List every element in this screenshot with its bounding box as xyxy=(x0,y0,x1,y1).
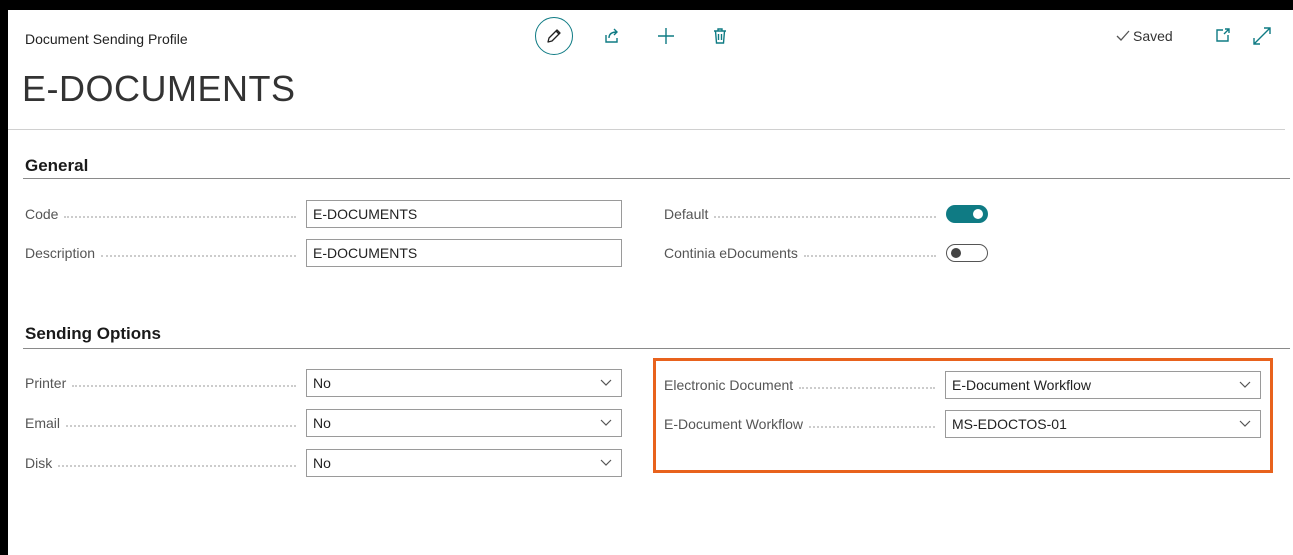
default-toggle[interactable] xyxy=(946,205,988,223)
new-button[interactable] xyxy=(651,21,681,51)
chevron-down-icon xyxy=(1239,381,1251,388)
disk-value: No xyxy=(313,455,331,471)
check-icon xyxy=(1116,30,1130,41)
email-select[interactable]: No xyxy=(306,409,622,437)
share-button[interactable] xyxy=(597,21,627,51)
leader-dots xyxy=(58,465,296,467)
share-icon xyxy=(605,28,618,43)
printer-select[interactable]: No xyxy=(306,369,622,397)
section-title-sending-options: Sending Options xyxy=(25,324,161,343)
chevron-down-icon xyxy=(600,379,612,386)
leader-dots xyxy=(72,385,296,387)
field-email: Email No xyxy=(25,408,622,438)
leader-dots xyxy=(101,255,296,257)
document-sending-profile-card: Document Sending Profile E-DOCUMENTS Sav… xyxy=(8,10,1293,555)
delete-button[interactable] xyxy=(705,21,735,51)
leader-dots xyxy=(803,255,936,257)
chevron-down-icon xyxy=(600,459,612,466)
chevron-down-icon xyxy=(1239,420,1251,427)
saved-label: Saved xyxy=(1133,28,1173,44)
default-label: Default xyxy=(664,206,709,222)
popout-icon xyxy=(1216,28,1230,42)
popout-button[interactable] xyxy=(1214,26,1232,44)
breadcrumb: Document Sending Profile xyxy=(25,31,188,47)
field-default: Default xyxy=(664,199,988,229)
leader-dots xyxy=(799,387,935,389)
printer-label: Printer xyxy=(25,375,67,391)
code-label: Code xyxy=(25,206,59,222)
field-description: Description E-DOCUMENTS xyxy=(25,238,622,268)
leader-dots xyxy=(64,216,296,218)
leader-dots xyxy=(66,425,296,427)
disk-label: Disk xyxy=(25,455,53,471)
description-input[interactable]: E-DOCUMENTS xyxy=(306,239,622,267)
disk-select[interactable]: No xyxy=(306,449,622,477)
continia-label: Continia eDocuments xyxy=(664,245,798,261)
expand-button[interactable] xyxy=(1252,26,1272,46)
section-title-general: General xyxy=(25,156,89,175)
field-edocument-workflow: E-Document Workflow MS-EDOCTOS-01 xyxy=(664,409,1261,439)
plus-icon xyxy=(658,28,674,44)
section-divider xyxy=(23,348,1290,349)
chevron-down-icon xyxy=(600,419,612,426)
email-value: No xyxy=(313,415,331,431)
electronic-document-value: E-Document Workflow xyxy=(952,377,1092,393)
field-disk: Disk No xyxy=(25,448,622,478)
section-divider xyxy=(23,178,1290,179)
saved-status: Saved xyxy=(1116,28,1173,44)
email-label: Email xyxy=(25,415,61,431)
electronic-document-label: Electronic Document xyxy=(664,377,794,393)
field-electronic-document: Electronic Document E-Document Workflow xyxy=(664,370,1261,400)
toggle-knob xyxy=(951,248,961,258)
field-continia: Continia eDocuments xyxy=(664,238,988,268)
edit-button[interactable] xyxy=(535,17,573,55)
header-divider xyxy=(8,129,1285,130)
printer-value: No xyxy=(313,375,331,391)
trash-icon xyxy=(714,28,726,44)
code-input[interactable]: E-DOCUMENTS xyxy=(306,200,622,228)
edocument-workflow-select[interactable]: MS-EDOCTOS-01 xyxy=(945,410,1261,438)
leader-dots xyxy=(809,426,935,428)
expand-icon xyxy=(1253,27,1271,45)
electronic-document-select[interactable]: E-Document Workflow xyxy=(945,371,1261,399)
description-label: Description xyxy=(25,245,96,261)
field-printer: Printer No xyxy=(25,368,622,398)
continia-toggle[interactable] xyxy=(946,244,988,262)
leader-dots xyxy=(714,216,936,218)
page-title: E-DOCUMENTS xyxy=(22,68,296,109)
edocument-workflow-value: MS-EDOCTOS-01 xyxy=(952,416,1067,432)
field-code: Code E-DOCUMENTS xyxy=(25,199,622,229)
edocument-workflow-label: E-Document Workflow xyxy=(664,416,804,432)
toggle-knob xyxy=(973,209,983,219)
edit-icon xyxy=(547,29,561,43)
action-toolbar xyxy=(535,16,735,56)
